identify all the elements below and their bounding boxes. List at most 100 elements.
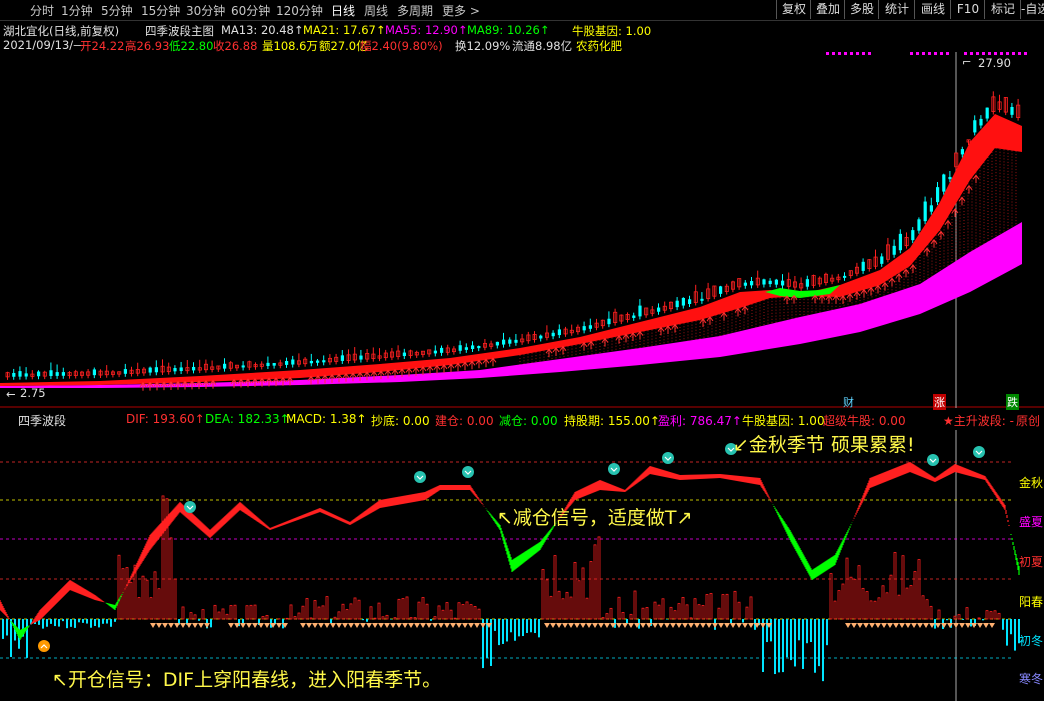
tab-120min[interactable]: 120分钟 <box>276 2 323 19</box>
top-marker-dot <box>1018 52 1021 55</box>
diamond-marker <box>378 623 384 628</box>
candle-body <box>762 279 766 285</box>
tab-more[interactable]: 更多 > <box>442 2 480 19</box>
diamond-marker <box>640 623 646 628</box>
tab-fenshi[interactable]: 分时 <box>30 2 54 19</box>
signal-arrow <box>440 364 448 373</box>
candle-body <box>322 360 326 363</box>
macd-bar-up <box>957 614 961 620</box>
macd-bar-up <box>993 610 997 620</box>
four-season-indicator-chart[interactable] <box>0 430 1044 701</box>
diamond-marker <box>174 623 180 628</box>
diamond-marker <box>875 623 881 628</box>
signal-arrow <box>867 286 875 296</box>
marker-finance[interactable]: 财 <box>843 394 854 410</box>
bar-date: 2021/09/13/— <box>3 38 85 52</box>
diamond-marker <box>306 623 312 628</box>
diamond-marker <box>360 623 366 628</box>
macd-bar-up <box>217 611 221 620</box>
diamond-marker <box>911 623 917 628</box>
f10-button[interactable]: F10 <box>950 0 985 19</box>
macd-bar-up <box>673 610 677 620</box>
main-plot-layer <box>0 52 1027 391</box>
diamond-marker <box>384 623 390 628</box>
candle-body <box>923 201 927 222</box>
diamond-marker <box>468 623 474 628</box>
wave-value: ★主升波段: - <box>943 414 1014 428</box>
signal-arrow <box>447 363 455 373</box>
tab-15min[interactable]: 15分钟 <box>141 2 180 19</box>
diamond-marker <box>396 623 402 628</box>
signal-arrow <box>741 305 749 315</box>
diamond-marker <box>300 623 306 628</box>
diamond-marker <box>604 623 610 628</box>
tab-30min[interactable]: 30分钟 <box>186 2 225 19</box>
tab-weekly[interactable]: 周线 <box>364 2 388 19</box>
diamond-marker <box>414 623 420 628</box>
candle-body <box>402 352 406 357</box>
ma-band-red <box>0 114 1022 386</box>
macd-bar-up <box>965 607 969 620</box>
marker-limit-down[interactable]: 跌 <box>1006 394 1019 410</box>
diamond-marker <box>863 623 869 628</box>
candle-body <box>92 369 96 376</box>
candle-body <box>1010 106 1014 115</box>
tab-daily[interactable]: 日线 <box>331 2 355 19</box>
sub-indicator-title[interactable]: 四季波段 <box>18 412 66 429</box>
min-price-label: 2.75 <box>20 386 46 400</box>
diamond-marker <box>742 623 748 628</box>
macd-bar-up <box>173 578 177 620</box>
macd-bar-up <box>157 588 161 620</box>
candle-body <box>551 332 555 337</box>
diamond-marker <box>664 623 670 628</box>
macd-bar-up <box>937 609 941 620</box>
macd-bar-up <box>709 593 713 620</box>
macd-bar-up <box>653 601 657 620</box>
candle-body <box>805 279 809 287</box>
gene-sub-value: 牛股基因: 1.00 <box>742 414 825 428</box>
candle-body <box>508 339 512 344</box>
macd-bar-up <box>677 603 681 620</box>
sell-signal-icon <box>462 466 474 478</box>
signal-arrow <box>559 345 567 355</box>
price-chart[interactable] <box>0 52 1044 408</box>
diamond-marker <box>246 623 252 628</box>
fuquan-button[interactable]: 复权 <box>776 0 811 19</box>
macd-bar-up <box>701 605 705 620</box>
macd-bar-up <box>149 597 153 620</box>
macd-bar-up <box>417 601 421 620</box>
signal-arrow <box>972 174 980 184</box>
diamond-marker <box>724 623 730 628</box>
candle-body <box>539 335 543 339</box>
diamond-marker <box>312 623 318 628</box>
macd-bar-up <box>221 608 225 620</box>
marker-limit-up[interactable]: 涨 <box>933 394 946 410</box>
draw-line-button[interactable]: 画线 <box>914 0 951 19</box>
macd-bar-up <box>409 617 413 620</box>
diamond-marker <box>462 623 468 628</box>
top-marker-dot <box>940 52 943 55</box>
candle-body <box>272 362 276 366</box>
macd-bar-up <box>425 603 429 620</box>
ma21-value: MA21: 17.67↑ <box>303 23 386 37</box>
diamond-marker <box>730 623 736 628</box>
macd-bar-up <box>901 555 905 620</box>
macd-bar-up <box>573 562 577 620</box>
overlay-button[interactable]: 叠加 <box>810 0 845 19</box>
top-marker-dot <box>946 52 949 55</box>
stats-button[interactable]: 统计 <box>878 0 915 19</box>
mark-button[interactable]: 标记 <box>984 0 1021 19</box>
tab-multi-period[interactable]: 多周期 <box>397 2 433 19</box>
holding-days-value: 持股期: 155.00↑ <box>564 414 660 428</box>
tab-5min[interactable]: 5分钟 <box>101 2 133 19</box>
top-marker-dot <box>994 52 997 55</box>
watchlist-button[interactable]: -自选 <box>1020 0 1044 19</box>
multi-stock-button[interactable]: 多股 <box>844 0 879 19</box>
candle-body <box>607 318 611 325</box>
diamond-marker <box>893 623 899 628</box>
candle-body <box>898 233 902 251</box>
macd-bar-up <box>265 614 269 620</box>
tab-60min[interactable]: 60分钟 <box>231 2 270 19</box>
macd-bar-up <box>733 590 737 620</box>
tab-1min[interactable]: 1分钟 <box>61 2 93 19</box>
